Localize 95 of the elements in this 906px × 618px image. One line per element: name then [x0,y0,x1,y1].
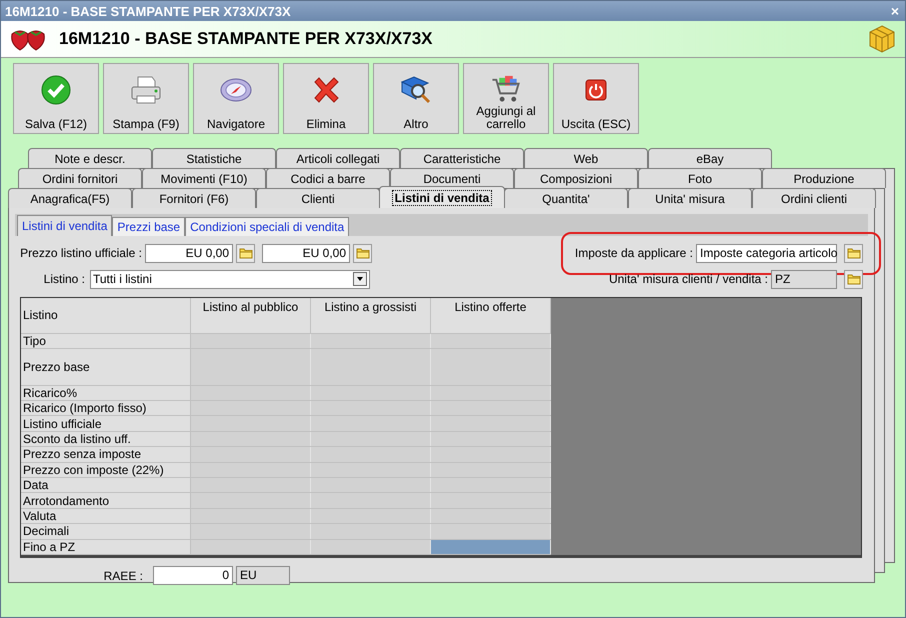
table-cell[interactable] [311,524,431,539]
tab[interactable]: Produzione [762,168,886,188]
table-cell[interactable] [311,447,431,462]
tab[interactable]: Unita' misura [628,188,752,208]
table-cell[interactable] [431,493,551,508]
table-cell[interactable] [311,400,431,416]
tab[interactable]: Foto [638,168,762,188]
table-cell[interactable] [311,416,431,431]
table-cell[interactable] [431,386,551,400]
table-cell[interactable] [191,524,311,539]
table-cell[interactable] [431,524,551,539]
package-icon [867,24,897,54]
table-cell[interactable] [191,416,311,431]
table-cell[interactable] [311,462,431,477]
table-cell[interactable] [191,478,311,492]
tab[interactable]: Web [524,148,648,168]
table-cell[interactable] [191,334,311,348]
folder-button[interactable] [236,244,255,262]
table-cell[interactable] [191,432,311,446]
subtab[interactable]: Listini di vendita [17,215,112,236]
readonly-field: EU [236,566,290,585]
tab[interactable]: Movimenti (F10) [142,168,266,188]
checkmark-icon [40,74,72,106]
subtab[interactable]: Prezzi base [112,217,186,236]
folder-icon [356,247,370,259]
table-cell[interactable] [431,447,551,462]
folder-button[interactable] [844,244,863,262]
input-field[interactable]: 0 [153,566,233,585]
table-cell[interactable] [431,508,551,524]
table-cell[interactable] [191,462,311,477]
table-cell[interactable] [311,334,431,348]
field-label: Listino : [42,272,85,286]
readonly-field: PZ [771,270,837,288]
table-cell[interactable] [311,478,431,492]
table-cell[interactable] [311,432,431,446]
folder-button[interactable] [353,244,372,262]
table-cell[interactable] [311,348,431,385]
toolbar-button[interactable]: Salva (F12) [13,63,99,134]
tab[interactable]: Articoli collegati [276,148,400,168]
toolbar-button[interactable]: Navigatore [193,63,279,134]
table-cell[interactable] [311,540,431,554]
tab[interactable]: Clienti [256,188,380,208]
folder-icon [238,247,252,259]
field-label: Imposte da applicare : [574,246,693,260]
tab[interactable]: Documenti [390,168,514,188]
input-field[interactable]: EU 0,00 [262,244,350,262]
tab[interactable]: Statistiche [152,148,276,168]
input-field[interactable]: EU 0,00 [145,244,233,262]
tab[interactable]: eBay [648,148,772,168]
dropdown[interactable]: Tutti i listini [90,270,370,288]
table-cell[interactable] [191,508,311,524]
table-cell[interactable] [431,334,551,348]
table-cell[interactable] [191,400,311,416]
table-cell[interactable] [431,416,551,431]
field-label: Unita' misura clienti / vendita : [608,272,768,286]
folder-button[interactable] [844,270,863,288]
magnifier-book-icon [399,74,433,106]
table-cell[interactable] [311,508,431,524]
tab[interactable]: Ordini clienti [752,188,876,208]
table-cell[interactable] [191,447,311,462]
tab[interactable]: Caratteristiche [400,148,524,168]
subtab[interactable]: Condizioni speciali di vendita [185,217,350,236]
tab[interactable]: Fornitori (F6) [132,188,256,208]
table-cell[interactable] [431,400,551,416]
table-cell[interactable] [191,386,311,400]
input-field[interactable]: Imposte categoria articolo [696,244,837,262]
folder-icon [846,273,860,285]
window-title: 16M1210 - BASE STAMPANTE PER X73X/X73X [5,4,291,18]
toolbar-button[interactable]: Elimina [283,63,369,134]
tab[interactable]: Composizioni [514,168,638,188]
tab[interactable]: Quantita' [504,188,628,208]
toolbar-button[interactable]: Aggiungi al carrello [463,63,549,134]
table-cell[interactable] [191,493,311,508]
table-cell[interactable] [311,386,431,400]
toolbar-button[interactable]: Altro [373,63,459,134]
table-cell[interactable] [191,540,311,554]
field-label: Prezzo listino ufficiale : [19,246,142,260]
tab[interactable]: Ordini fornitori [18,168,142,188]
tab[interactable]: Listini di vendita [379,186,505,208]
table-cell[interactable] [431,462,551,477]
table-cell[interactable] [431,348,551,385]
table-cell[interactable] [311,493,431,508]
printer-icon [129,74,163,106]
tab[interactable]: Anagrafica(F5) [8,188,132,208]
field-label: RAEE : [102,568,143,582]
table-cell[interactable] [191,348,311,385]
tab[interactable]: Codici a barre [266,168,390,188]
item-title: 16M1210 - BASE STAMPANTE PER X73X/X73X [59,29,433,49]
toolbar-button[interactable]: Stampa (F9) [103,63,189,134]
table-cell[interactable] [431,478,551,492]
table-cell[interactable] [431,432,551,446]
folder-icon [846,247,860,259]
table-cell[interactable] [431,540,551,554]
tab[interactable]: Note e descr. [28,148,152,168]
toolbar-button[interactable]: Uscita (ESC) [553,63,639,134]
